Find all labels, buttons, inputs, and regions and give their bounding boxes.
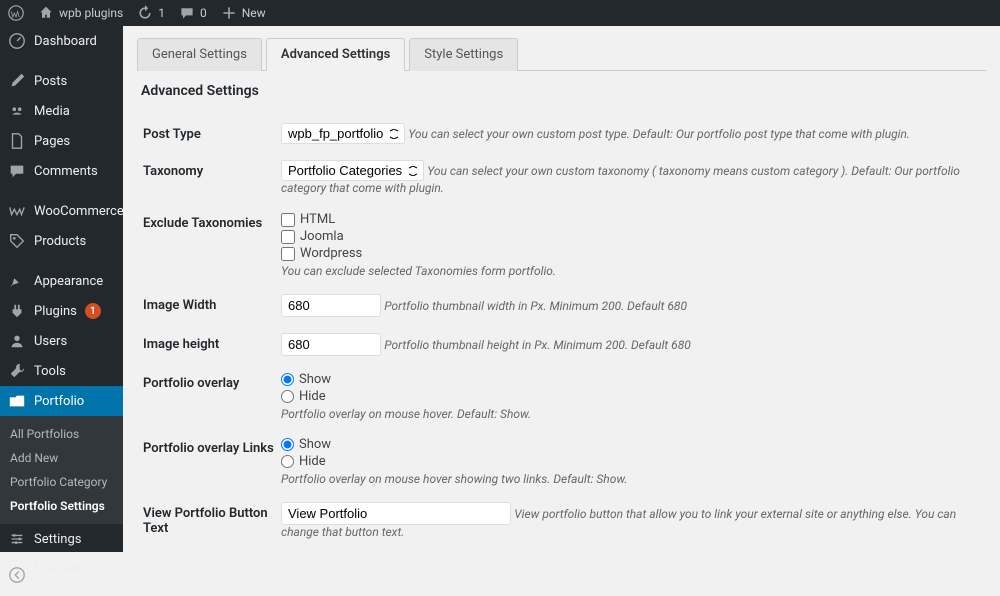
menu-appearance[interactable]: Appearance [0,266,123,296]
wp-logo-icon[interactable] [8,5,24,21]
settings-tabs: General Settings Advanced Settings Style… [137,38,986,71]
menu-users[interactable]: Users [0,326,123,356]
desc-overlay: Portfolio overlay on mouse hover. Defaul… [281,407,984,421]
input-button-text[interactable] [281,502,511,525]
check-html[interactable] [281,213,295,227]
label-exclude: Exclude Taxonomies [139,202,279,282]
new-link[interactable]: New [221,5,266,21]
tab-style[interactable]: Style Settings [409,38,518,71]
menu-media[interactable]: Media [0,96,123,126]
menu-comments[interactable]: Comments [0,156,123,186]
radio-overlay-links-show[interactable] [281,438,294,451]
submenu-portfolio: All Portfolios Add New Portfolio Categor… [0,416,123,524]
label-overlay-links: Portfolio overlay Links [139,427,279,490]
submenu-portfolio-settings[interactable]: Portfolio Settings [0,494,123,518]
radio-overlay-hide[interactable] [281,390,294,403]
check-wordpress[interactable] [281,247,295,261]
label-button-text: View Portfolio Button Text [139,492,279,544]
input-height[interactable] [281,333,381,356]
label-post-type: Post Type [139,113,279,148]
admin-sidebar: Dashboard Posts Media Pages Comments Woo… [0,26,123,552]
menu-settings[interactable]: Settings [0,524,123,554]
updates-link[interactable]: 1 [137,5,165,21]
menu-plugins[interactable]: Plugins1 [0,296,123,326]
submenu-all-portfolios[interactable]: All Portfolios [0,422,123,446]
collapse-menu[interactable]: Collapse menu [0,554,123,596]
submenu-add-new[interactable]: Add New [0,446,123,470]
radio-overlay-links-hide[interactable] [281,455,294,468]
label-width: Image Width [139,284,279,321]
label-overlay: Portfolio overlay [139,362,279,425]
desc-height: Portfolio thumbnail height in Px. Minimu… [384,338,691,352]
site-name[interactable]: wpb plugins [38,5,123,21]
desc-width: Portfolio thumbnail width in Px. Minimum… [384,299,687,313]
tab-advanced[interactable]: Advanced Settings [266,38,405,71]
radio-overlay-show[interactable] [281,373,294,386]
menu-pages[interactable]: Pages [0,126,123,156]
label-taxonomy: Taxonomy [139,150,279,200]
desc-post-type: You can select your own custom post type… [408,127,910,141]
main-content: General Settings Advanced Settings Style… [123,26,1000,552]
check-joomla[interactable] [281,230,295,244]
menu-tools[interactable]: Tools [0,356,123,386]
plugins-badge: 1 [85,303,101,319]
comments-link[interactable]: 0 [179,5,207,21]
label-height: Image height [139,323,279,360]
tab-general[interactable]: General Settings [137,38,262,71]
submenu-portfolio-category[interactable]: Portfolio Category [0,470,123,494]
select-post-type[interactable]: wpb_fp_portfolio [281,123,405,144]
select-taxonomy[interactable]: Portfolio Categories [281,160,424,181]
input-width[interactable] [281,294,381,317]
desc-exclude: You can exclude selected Taxonomies form… [281,264,984,278]
menu-woocommerce[interactable]: WooCommerce [0,196,123,226]
section-title: Advanced Settings [137,71,986,111]
menu-posts[interactable]: Posts [0,66,123,96]
menu-portfolio[interactable]: Portfolio [0,386,123,416]
admin-bar: wpb plugins 1 0 New [0,0,1000,26]
menu-dashboard[interactable]: Dashboard [0,26,123,56]
desc-overlay-links: Portfolio overlay on mouse hover showing… [281,472,984,486]
menu-products[interactable]: Products [0,226,123,256]
